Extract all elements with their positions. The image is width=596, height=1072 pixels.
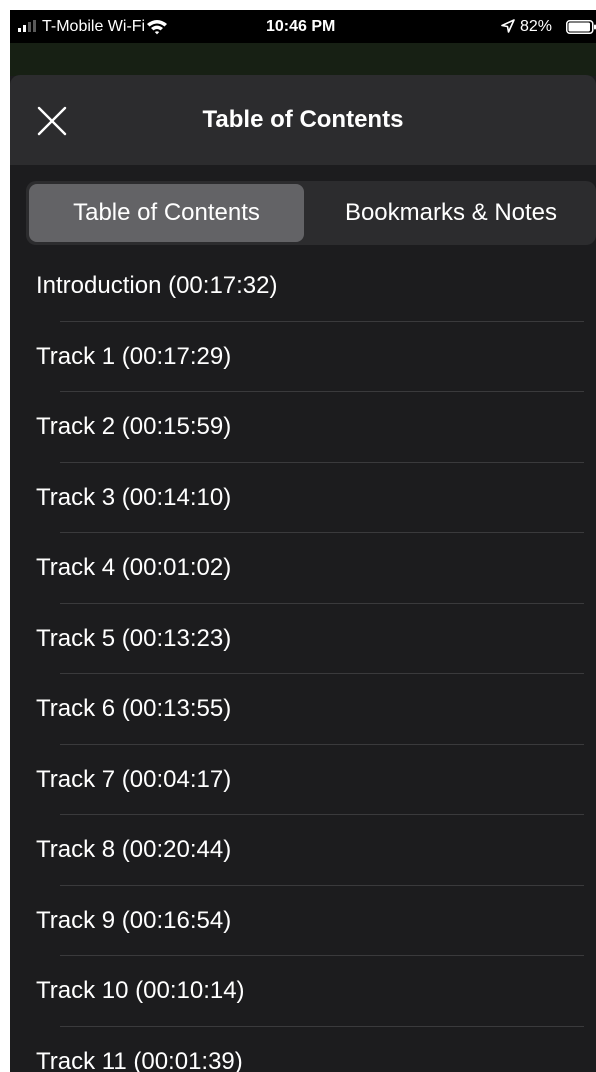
toc-item[interactable]: Track 5 (00:13:23) bbox=[10, 604, 596, 674]
wifi-icon bbox=[147, 20, 167, 35]
toc-item[interactable]: Introduction (00:17:32) bbox=[10, 251, 596, 322]
carrier-name: T-Mobile Wi-Fi bbox=[42, 18, 146, 35]
background-app-edge bbox=[10, 43, 596, 76]
toc-item-label: Track 7 (00:04:17) bbox=[36, 765, 232, 793]
toc-item[interactable]: Track 3 (00:14:10) bbox=[10, 463, 596, 533]
toc-list: Introduction (00:17:32) Track 1 (00:17:2… bbox=[10, 251, 596, 1072]
status-time: 10:46 PM bbox=[266, 18, 336, 35]
toc-item[interactable]: Track 6 (00:13:55) bbox=[10, 674, 596, 745]
toc-item[interactable]: Track 2 (00:15:59) bbox=[10, 392, 596, 463]
toc-item[interactable]: Track 1 (00:17:29) bbox=[10, 322, 596, 392]
status-bar: T-Mobile Wi-Fi 10:46 PM 82% bbox=[10, 10, 596, 43]
close-button[interactable] bbox=[34, 103, 70, 139]
toc-item-label: Track 3 (00:14:10) bbox=[36, 483, 232, 511]
toc-item-label: Track 9 (00:16:54) bbox=[36, 906, 232, 934]
toc-item-label: Track 1 (00:17:29) bbox=[36, 342, 232, 370]
toc-item-label: Track 11 (00:01:39) bbox=[36, 1047, 243, 1072]
signal-icon bbox=[18, 20, 36, 32]
toc-item[interactable]: Track 10 (00:10:14) bbox=[10, 956, 596, 1027]
location-icon bbox=[501, 19, 515, 33]
toc-item-label: Track 8 (00:20:44) bbox=[36, 836, 232, 863]
segmented-control: Table of Contents Bookmarks & Notes bbox=[26, 181, 596, 245]
toc-item-label: Track 4 (00:01:02) bbox=[36, 554, 232, 581]
app-screen: T-Mobile Wi-Fi 10:46 PM 82% Table of Con… bbox=[10, 10, 596, 1072]
toc-item-label: Track 2 (00:15:59) bbox=[36, 413, 232, 440]
close-icon bbox=[37, 106, 67, 136]
toc-item-label: Track 10 (00:10:14) bbox=[36, 977, 245, 1004]
page-title: Table of Contents bbox=[202, 106, 404, 133]
tab-bookmarks-notes[interactable]: Bookmarks & Notes bbox=[306, 184, 596, 242]
table-of-contents-sheet: Table of Contents Table of Contents Book… bbox=[10, 75, 596, 1072]
toc-item[interactable]: Track 9 (00:16:54) bbox=[10, 886, 596, 956]
toc-item[interactable]: Track 7 (00:04:17) bbox=[10, 745, 596, 815]
toc-item[interactable]: Track 8 (00:20:44) bbox=[10, 815, 596, 886]
toc-item-label: Introduction (00:17:32) bbox=[36, 272, 278, 299]
battery-icon bbox=[566, 20, 596, 34]
toc-item-label: Track 5 (00:13:23) bbox=[36, 624, 232, 652]
toc-item[interactable]: Track 11 (00:01:39) bbox=[10, 1027, 596, 1072]
navigation-bar: Table of Contents bbox=[10, 75, 596, 165]
toc-item[interactable]: Track 4 (00:01:02) bbox=[10, 533, 596, 604]
battery-percent: 82% bbox=[520, 18, 553, 35]
toc-item-label: Track 6 (00:13:55) bbox=[36, 695, 232, 722]
tab-table-of-contents[interactable]: Table of Contents bbox=[29, 184, 304, 242]
